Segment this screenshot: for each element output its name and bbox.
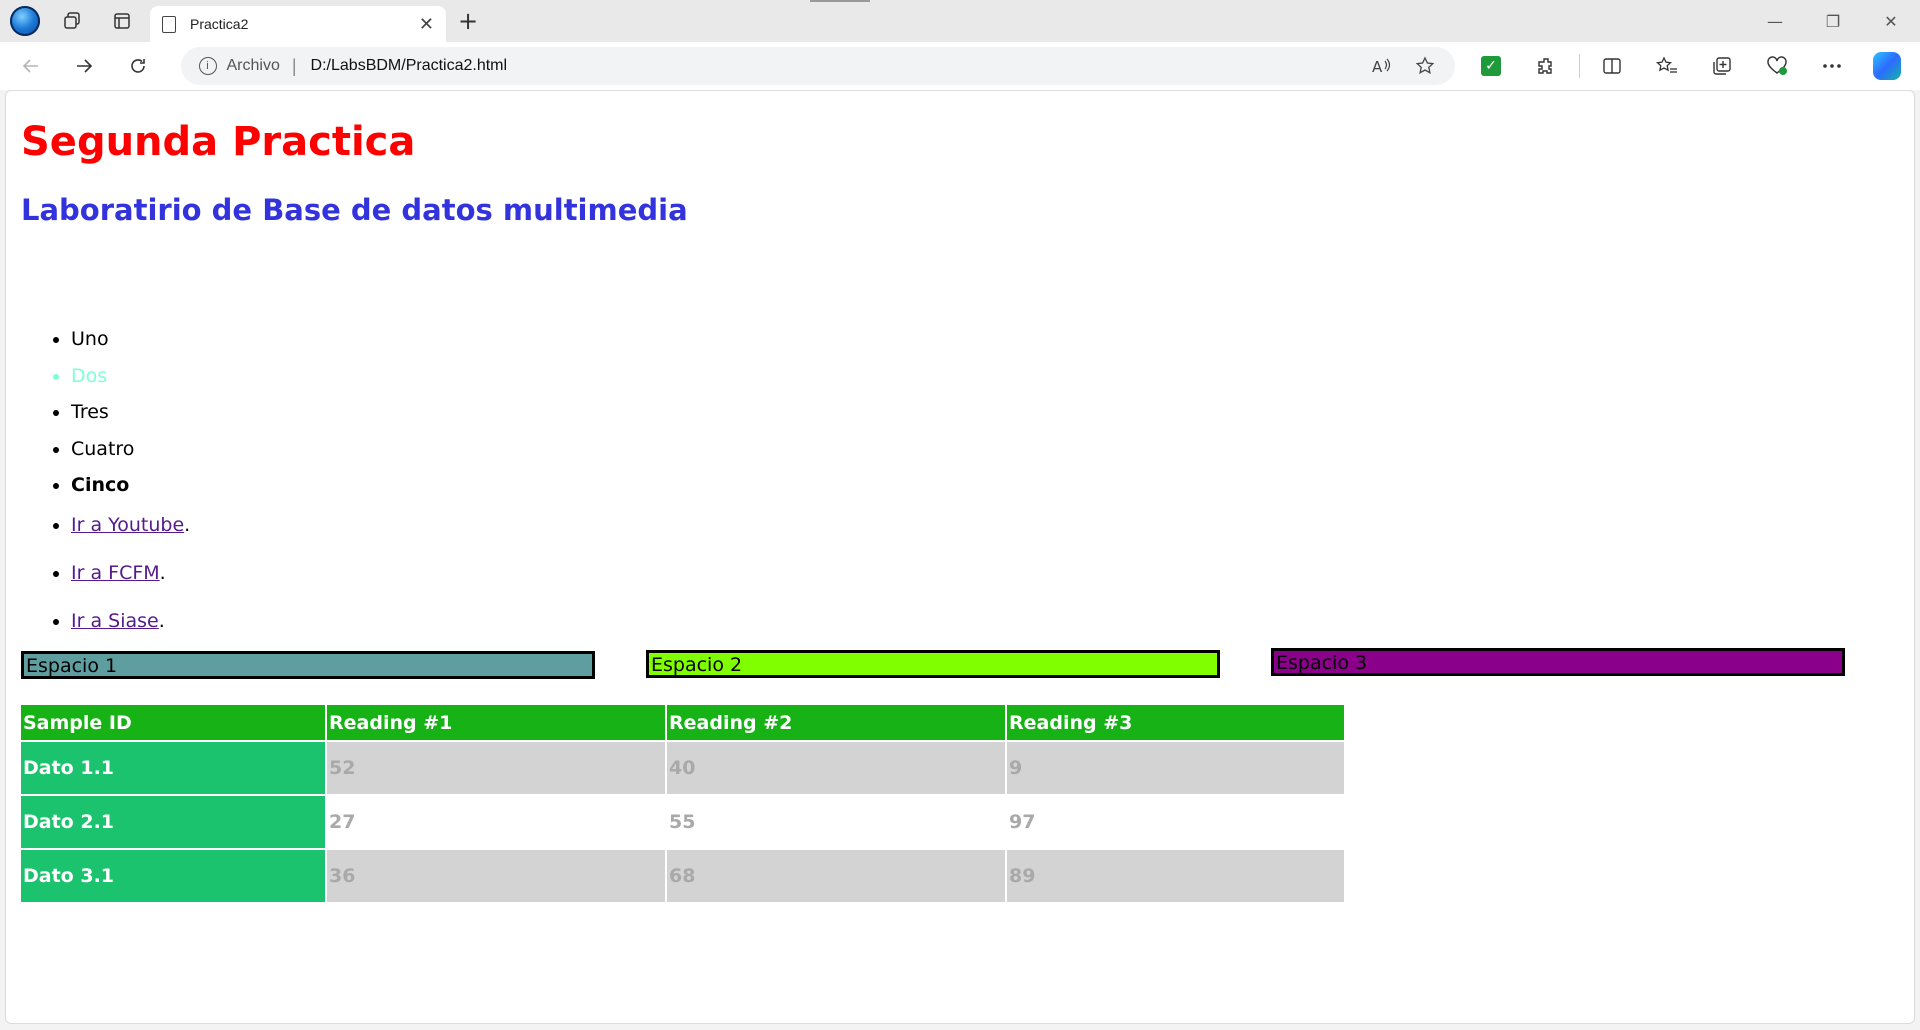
readings-table: Sample ID Reading #1 Reading #2 Reading …: [19, 703, 1346, 904]
page-subtitle: Laboratirio de Base de datos multimedia: [21, 193, 688, 227]
table-cell: 55: [667, 796, 1005, 848]
more-icon[interactable]: [1810, 46, 1854, 86]
link-suffix: .: [159, 562, 166, 584]
address-scheme: Archivo: [226, 57, 280, 74]
svg-text:A: A: [1372, 58, 1383, 75]
column-header: Sample ID: [21, 705, 325, 740]
link-item: Ir a FCFM.: [71, 549, 190, 597]
row-header: Dato 3.1: [21, 850, 325, 902]
table-row: Dato 3.1 36 68 89: [21, 850, 1344, 902]
workspaces-icon[interactable]: [54, 3, 90, 39]
table-cell: 97: [1007, 796, 1344, 848]
tab-bar: Practica2 ✕ + — ❐ ✕: [0, 0, 1920, 42]
address-bar[interactable]: i Archivo | D:/LabsBDM/Practica2.html A: [180, 47, 1455, 85]
profile-icon[interactable]: [10, 6, 40, 36]
copilot-icon[interactable]: [1865, 46, 1909, 86]
row-header: Dato 2.1: [21, 796, 325, 848]
info-icon[interactable]: i: [198, 57, 217, 75]
column-header: Reading #2: [667, 705, 1005, 740]
restore-button[interactable]: ❐: [1804, 0, 1862, 42]
list-item: Cinco: [71, 467, 134, 504]
link-suffix: .: [184, 514, 191, 536]
list-item: Tres: [71, 394, 134, 431]
toolbar-divider: [1578, 54, 1580, 78]
table-cell: 36: [327, 850, 665, 902]
table-cell: 27: [327, 796, 665, 848]
window-controls: — ❐ ✕: [1746, 0, 1920, 42]
minimize-button[interactable]: —: [1746, 0, 1804, 42]
column-header: Reading #3: [1007, 705, 1344, 740]
table-cell: 89: [1007, 850, 1344, 902]
forward-icon[interactable]: [62, 46, 108, 86]
link-suffix: .: [158, 610, 165, 632]
espacio-box-3: Espacio 3: [1271, 648, 1845, 676]
table-cell: 40: [667, 742, 1005, 794]
list-item: Uno: [71, 321, 134, 358]
table-row: Dato 2.1 27 55 97: [21, 796, 1344, 848]
row-header: Dato 1.1: [21, 742, 325, 794]
fcfm-link[interactable]: Ir a FCFM: [71, 562, 160, 584]
column-header: Reading #1: [327, 705, 665, 740]
list-item: Cuatro: [71, 431, 134, 468]
table-header-row: Sample ID Reading #1 Reading #2 Reading …: [21, 705, 1344, 740]
extensions-icon[interactable]: [1524, 46, 1568, 86]
tab-actions-icon[interactable]: [104, 3, 140, 39]
table-cell: 9: [1007, 742, 1344, 794]
read-aloud-icon[interactable]: A: [1363, 51, 1399, 81]
browser-toolbar: i Archivo | D:/LabsBDM/Practica2.html A …: [0, 42, 1920, 90]
collections-icon[interactable]: [1700, 46, 1744, 86]
table-cell: 68: [667, 850, 1005, 902]
espacio-box-1: Espacio 1: [21, 651, 595, 679]
favorites-icon[interactable]: [1645, 46, 1689, 86]
address-url[interactable]: D:/LabsBDM/Practica2.html: [311, 57, 1355, 75]
table-row: Dato 1.1 52 40 9: [21, 742, 1344, 794]
link-item: Ir a Siase.: [71, 597, 190, 645]
list-item: Dos: [71, 358, 134, 395]
address-separator: |: [291, 55, 297, 76]
youtube-link[interactable]: Ir a Youtube: [71, 514, 184, 536]
tab-title: Practica2: [190, 16, 249, 32]
close-tab-icon[interactable]: ✕: [419, 14, 434, 35]
link-list: Ir a Youtube. Ir a FCFM. Ir a Siase.: [21, 501, 190, 645]
favorite-star-icon[interactable]: [1407, 51, 1443, 81]
performance-icon[interactable]: [1755, 46, 1799, 86]
extension-icons: ✓: [1469, 46, 1920, 86]
page-title: Segunda Practica: [21, 119, 416, 165]
espacio-box-2: Espacio 2: [646, 650, 1220, 678]
split-screen-icon[interactable]: [1590, 46, 1634, 86]
link-item: Ir a Youtube.: [71, 501, 190, 549]
drag-handle[interactable]: [810, 0, 870, 2]
table-cell: 52: [327, 742, 665, 794]
back-icon[interactable]: [8, 46, 54, 86]
new-tab-button[interactable]: +: [458, 7, 478, 35]
siase-link[interactable]: Ir a Siase: [71, 610, 159, 632]
item-list: Uno Dos Tres Cuatro Cinco: [21, 321, 134, 504]
extension-check-icon[interactable]: ✓: [1469, 46, 1513, 86]
document-icon: [162, 15, 176, 33]
tab-practica2[interactable]: Practica2 ✕: [150, 6, 446, 42]
close-window-button[interactable]: ✕: [1862, 0, 1920, 42]
page-viewport: Segunda Practica Laboratirio de Base de …: [5, 90, 1915, 1024]
refresh-icon[interactable]: [115, 46, 161, 86]
